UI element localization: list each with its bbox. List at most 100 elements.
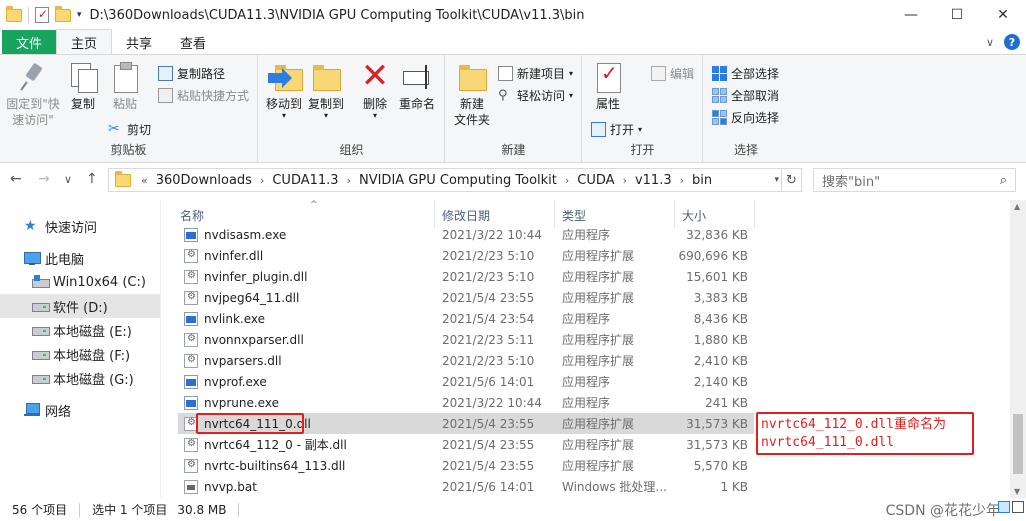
- file-size: 31,573 KB: [686, 416, 748, 431]
- nav-item-quick-access[interactable]: ★ 快速访问: [0, 214, 160, 238]
- close-button[interactable]: ✕: [980, 0, 1026, 30]
- forward-button[interactable]: →: [38, 171, 50, 187]
- file-name: nvlink.exe: [204, 311, 266, 326]
- cut-button[interactable]: ✂ 剪切: [108, 119, 151, 139]
- properties-qa-icon[interactable]: [35, 7, 49, 23]
- watermark: CSDN @花花少年: [885, 503, 1000, 519]
- drive-icon: [32, 323, 50, 337]
- large-icons-view-icon[interactable]: [1012, 501, 1024, 513]
- scrollbar-thumb[interactable]: [1013, 414, 1023, 474]
- delete-button[interactable]: ✕ 删除 ▾: [359, 59, 391, 120]
- breadcrumb-item[interactable]: v11.3: [631, 173, 676, 188]
- column-header-date[interactable]: 修改日期: [442, 204, 490, 226]
- breadcrumb-item[interactable]: 360Downloads: [152, 173, 256, 188]
- breadcrumb-item[interactable]: CUDA: [573, 173, 618, 188]
- scroll-down-arrow-icon[interactable]: ▼: [1014, 487, 1020, 496]
- file-row[interactable]: nvonnxparser.dll 2021/2/23 5:11 应用程序扩展 1,88…: [178, 329, 754, 350]
- window-title: D:\360Downloads\CUDA11.3\NVIDIA GPU Comp…: [89, 7, 585, 23]
- column-header-type[interactable]: 类型: [562, 204, 586, 226]
- edit-icon: [651, 65, 666, 81]
- tab-view[interactable]: 查看: [166, 30, 220, 54]
- tab-home[interactable]: 主页: [56, 29, 113, 54]
- bat-file-icon: [184, 479, 198, 494]
- details-view-icon[interactable]: [998, 501, 1010, 513]
- rename-button[interactable]: 重命名: [397, 61, 437, 112]
- exe-file-icon: [184, 374, 198, 389]
- address-bar[interactable]: « 360Downloads › CUDA11.3 › NVIDIA GPU C…: [108, 168, 802, 192]
- nav-item-this-pc[interactable]: 此电脑: [0, 246, 160, 270]
- new-item-button[interactable]: 新建项目 ▾: [498, 63, 573, 83]
- tab-file[interactable]: 文件: [2, 30, 57, 54]
- back-button[interactable]: ←: [10, 171, 22, 187]
- maximize-button[interactable]: ☐: [934, 0, 980, 30]
- new-folder-qa-icon[interactable]: [55, 5, 71, 22]
- file-name-cell: nvvp.bat: [184, 479, 257, 494]
- address-history-dropdown[interactable]: ▾: [774, 175, 779, 185]
- nav-item-drive-f[interactable]: 本地磁盘 (F:): [0, 342, 160, 366]
- file-row[interactable]: nvvp.bat 2021/5/6 14:01 Windows 批处理... 1 KB: [178, 476, 754, 497]
- open-button[interactable]: 打开 ▾: [591, 119, 642, 139]
- properties-button[interactable]: 属性: [591, 61, 625, 112]
- file-row[interactable]: nvinfer.dll 2021/2/23 5:10 应用程序扩展 690,696 K…: [178, 245, 754, 266]
- column-divider[interactable]: [754, 200, 755, 228]
- vertical-scrollbar[interactable]: ▲ ▼: [1010, 200, 1026, 498]
- file-name: nvprune.exe: [204, 395, 279, 410]
- file-row[interactable]: nvdisasm.exe 2021/3/22 10:44 应用程序 32,836 KB: [178, 224, 754, 245]
- file-date: 2021/5/4 23:55: [442, 458, 535, 473]
- help-icon[interactable]: ?: [1004, 34, 1020, 50]
- breadcrumb-item[interactable]: NVIDIA GPU Computing Toolkit: [355, 173, 561, 188]
- refresh-button[interactable]: ↻: [781, 169, 801, 191]
- edit-button[interactable]: 编辑: [651, 63, 694, 83]
- column-header-size[interactable]: 大小: [682, 204, 706, 226]
- invert-selection-button[interactable]: 反向选择: [712, 107, 779, 127]
- file-name: nvvp.bat: [204, 479, 257, 494]
- group-label-open: 打开: [630, 143, 655, 157]
- column-header-name[interactable]: 名称 ^: [180, 200, 318, 226]
- pin-quick-access-button[interactable]: 固定到"快速访问": [4, 61, 62, 128]
- copy-button[interactable]: 复制: [66, 61, 100, 112]
- nav-item-drive-c[interactable]: Win10x64 (C:): [0, 270, 160, 294]
- file-row[interactable]: nvinfer_plugin.dll 2021/2/23 5:10 应用程序扩展 15…: [178, 266, 754, 287]
- file-type: 应用程序扩展: [562, 417, 635, 431]
- breadcrumb-chevron-icon: ›: [346, 173, 351, 187]
- file-type: 应用程序扩展: [562, 270, 635, 284]
- copy-path-button[interactable]: 复制路径: [158, 63, 225, 83]
- move-to-button[interactable]: 移动到 ▾: [265, 61, 303, 120]
- file-type: 应用程序: [562, 312, 611, 326]
- up-button[interactable]: ↑: [86, 171, 98, 187]
- minimize-button[interactable]: —: [888, 0, 934, 30]
- nav-item-drive-g[interactable]: 本地磁盘 (G:): [0, 366, 160, 390]
- file-row[interactable]: nvjpeg64_11.dll 2021/5/4 23:55 应用程序扩展 3,383…: [178, 287, 754, 308]
- select-none-button[interactable]: 全部取消: [712, 85, 779, 105]
- breadcrumb-item-current[interactable]: bin: [688, 173, 716, 188]
- folder-icon: [6, 5, 22, 22]
- item-count: 56 个项目: [12, 503, 68, 517]
- file-row[interactable]: nvprof.exe 2021/5/6 14:01 应用程序 2,140 KB: [178, 371, 754, 392]
- file-name: nvprof.exe: [204, 374, 267, 389]
- file-name: nvonnxparser.dll: [204, 332, 304, 347]
- group-clipboard: 固定到"快速访问" 复制 粘贴 复制路径 粘贴快捷方式 ✂ 剪切 剪贴板: [0, 55, 258, 162]
- paste-shortcut-button[interactable]: 粘贴快捷方式: [158, 85, 249, 105]
- nav-item-drive-e[interactable]: 本地磁盘 (E:): [0, 318, 160, 342]
- file-row[interactable]: nvrtc-builtins64_113.dll 2021/5/4 23:55 应用…: [178, 455, 754, 476]
- select-all-button[interactable]: 全部选择: [712, 63, 779, 83]
- nav-item-drive-d[interactable]: 软件 (D:): [0, 294, 160, 318]
- nav-item-network[interactable]: 网络: [0, 398, 160, 422]
- file-row[interactable]: nvrtc64_112_0 - 副本.dll 2021/5/4 23:55 应用程序…: [178, 434, 754, 455]
- paste-button[interactable]: 粘贴: [108, 61, 142, 112]
- expand-ribbon-icon[interactable]: ∨: [986, 36, 994, 49]
- breadcrumb-item[interactable]: CUDA11.3: [268, 173, 342, 188]
- scroll-up-arrow-icon[interactable]: ▲: [1014, 202, 1020, 211]
- file-row[interactable]: nvlink.exe 2021/5/4 23:54 应用程序 8,436 KB: [178, 308, 754, 329]
- search-input[interactable]: 搜索"bin" ⌕: [813, 168, 1016, 192]
- copy-to-button[interactable]: 复制到 ▾: [307, 61, 345, 120]
- new-folder-button[interactable]: 新建 文件夹: [450, 61, 494, 128]
- tab-share[interactable]: 共享: [112, 30, 166, 54]
- recent-locations-dropdown[interactable]: ∨: [64, 173, 72, 186]
- easy-access-button[interactable]: ⚲ 轻松访问 ▾: [498, 85, 573, 105]
- overflow-crumbs-button[interactable]: «: [137, 174, 152, 187]
- customize-qa-dropdown[interactable]: ▾: [77, 10, 82, 20]
- file-size: 2,410 KB: [693, 353, 748, 368]
- file-row[interactable]: nvparsers.dll 2021/2/23 5:10 应用程序扩展 2,410 K…: [178, 350, 754, 371]
- file-row[interactable]: nvprune.exe 2021/3/22 10:44 应用程序 241 KB: [178, 392, 754, 413]
